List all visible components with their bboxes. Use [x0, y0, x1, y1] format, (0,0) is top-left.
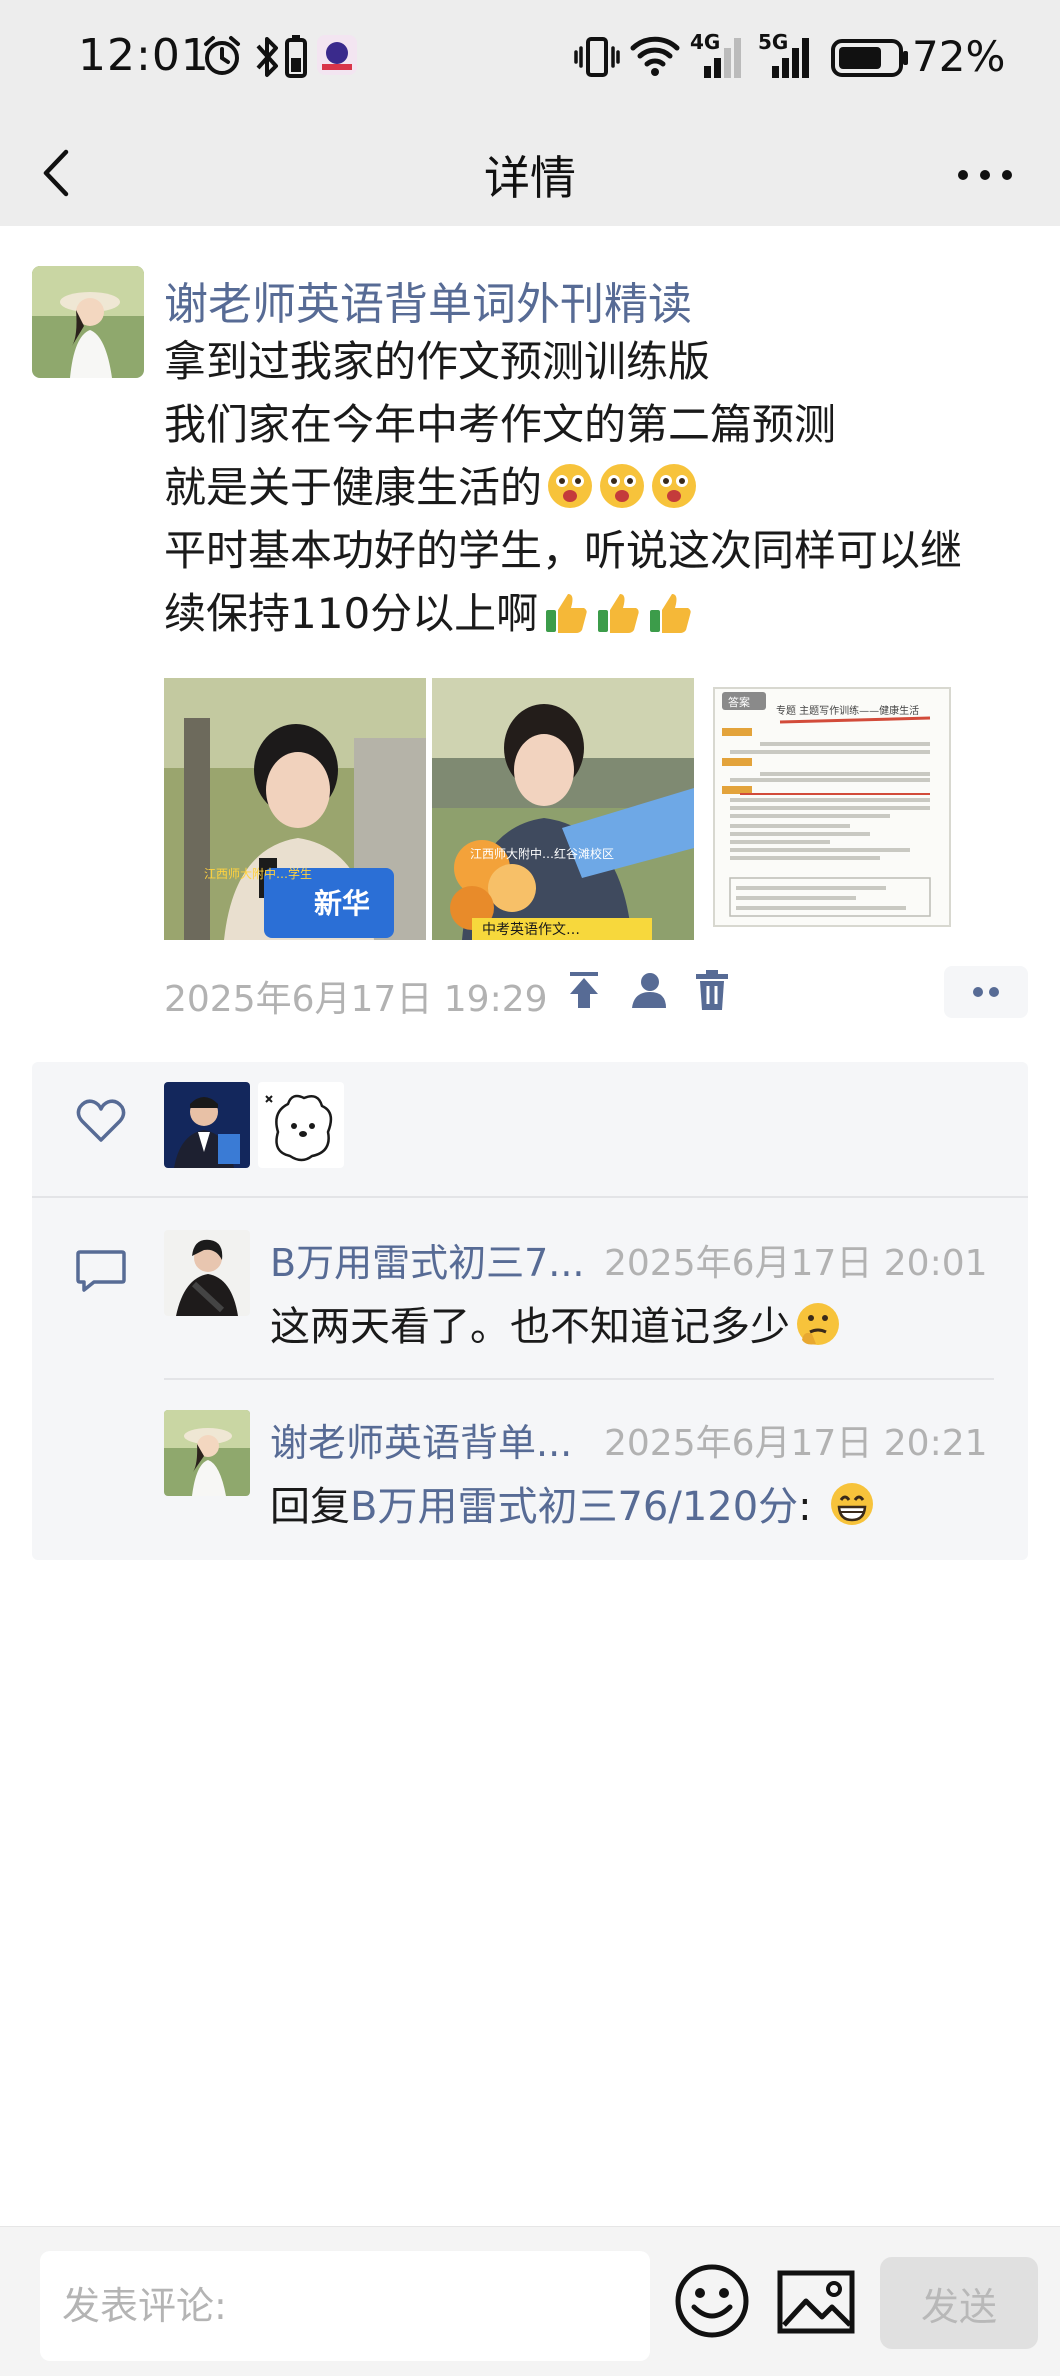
person-icon[interactable]: [628, 968, 668, 1012]
shocked-face-emoji-icon: [600, 464, 645, 508]
alarm-icon: [204, 36, 240, 75]
post-image-2[interactable]: 中考英语作文… 江西师大附中…红谷滩校区: [432, 678, 694, 940]
comment-1-time: 2025年6月17日 20:01: [604, 1243, 988, 1284]
thumbs-up-emoji-icon: [546, 594, 587, 633]
comment-2-text: :: [798, 1484, 812, 1530]
post-images: 新华 江西师大附中…学生 中考英语作文… 江西师大附中…红谷滩校区 答案 专题 …: [164, 678, 964, 940]
post-more-button[interactable]: [944, 966, 1028, 1018]
like-avatar-1[interactable]: [164, 1082, 250, 1168]
post-line-1: 拿到过我家的作文预测训练版: [164, 337, 711, 386]
nav-bar: 详情: [0, 120, 1060, 226]
send-button[interactable]: 发送: [880, 2257, 1038, 2349]
comment-2-reply-prefix: 回复: [270, 1484, 350, 1530]
comment-bar: 发送: [0, 2226, 1060, 2376]
comment-2-text-wrap: 回复B万用雷式初三76/120分:: [270, 1474, 876, 1532]
shocked-face-emoji-icon: [652, 464, 697, 508]
comment-input[interactable]: [40, 2251, 650, 2361]
comment-2-author[interactable]: 谢老师英语背单...: [270, 1412, 572, 1467]
heart-icon: [76, 1099, 126, 1142]
interactions-panel: B万用雷式初三7... 2025年6月17日 20:01 这两天看了。也不知道记…: [32, 1062, 1028, 1560]
comment-2-reply-to[interactable]: B万用雷式初三76/120分: [350, 1484, 798, 1530]
status-bar: 12:01 4G 5G 72%: [0, 0, 1060, 120]
comment-1-author[interactable]: B万用雷式初三7...: [270, 1232, 584, 1287]
thumbs-up-emoji-icon: [650, 594, 691, 633]
post-image-3[interactable]: 答案 专题 主题写作训练——健康生活: [700, 678, 962, 940]
post-line-5-wrap: 续保持110分以上啊: [164, 582, 1044, 645]
battery-saver-icon: [285, 35, 307, 78]
more-dots-icon[interactable]: [950, 150, 1020, 200]
signal-5g-icon: [772, 38, 809, 78]
emoji-icon[interactable]: [672, 2261, 752, 2341]
trash-icon[interactable]: [692, 968, 732, 1012]
post-image-1[interactable]: 新华 江西师大附中…学生: [164, 678, 426, 940]
post-line-3-wrap: 就是关于健康生活的: [164, 456, 1044, 519]
image-2-bottom-text: 中考英语作文…: [482, 921, 580, 938]
signal-4g-icon: [704, 38, 741, 78]
panel-divider: [32, 1196, 1028, 1198]
comment-2-avatar[interactable]: [164, 1410, 250, 1496]
thinking-face-emoji-icon: [797, 1303, 839, 1345]
image-2-caption: 江西师大附中…红谷滩校区: [470, 846, 614, 861]
comment-1-avatar[interactable]: [164, 1230, 250, 1316]
battery-icon: [831, 39, 908, 77]
author-avatar[interactable]: [32, 266, 144, 378]
comment-bubble-icon: [76, 1250, 126, 1292]
image-1-tag: 新华: [314, 887, 370, 920]
wifi-icon: [630, 36, 680, 76]
image-3-tag: 答案: [728, 695, 750, 709]
more-dots-small-icon: [973, 987, 999, 997]
page-title: 详情: [484, 151, 576, 205]
app-notification-icon: [317, 35, 357, 75]
comment-1-text-wrap: 这两天看了。也不知道记多少: [270, 1294, 842, 1352]
post-line-5: 续保持110分以上啊: [164, 589, 539, 638]
post-author-name[interactable]: 谢老师英语背单词外刊精读: [164, 268, 692, 332]
status-time: 12:01: [78, 30, 210, 81]
post-line-3: 就是关于健康生活的: [164, 463, 543, 512]
bluetooth-icon: [256, 37, 278, 77]
vibrate-icon: [574, 37, 620, 77]
comment-divider: [164, 1378, 994, 1380]
post-line-4: 平时基本功好的学生，听说这次同样可以继: [164, 526, 963, 575]
like-avatar-2[interactable]: [258, 1082, 344, 1168]
image-1-caption: 江西师大附中…学生: [204, 866, 312, 881]
battery-percent: 72%: [912, 32, 1006, 81]
thumbs-up-emoji-icon: [598, 594, 639, 633]
grinning-face-emoji-icon: [831, 1483, 874, 1525]
post-timestamp: 2025年6月17日 19:29: [164, 979, 548, 1020]
comment-2-time: 2025年6月17日 20:21: [604, 1423, 988, 1464]
post-content: 拿到过我家的作文预测训练版 我们家在今年中考作文的第二篇预测 就是关于健康生活的…: [164, 330, 1044, 645]
image-icon[interactable]: [776, 2269, 856, 2335]
comment-1-text: 这两天看了。也不知道记多少: [270, 1304, 790, 1350]
pin-top-icon[interactable]: [564, 968, 604, 1012]
post-line-2: 我们家在今年中考作文的第二篇预测: [164, 400, 837, 449]
shocked-face-emoji-icon: [548, 464, 593, 508]
image-3-heading: 专题 主题写作训练——健康生活: [776, 704, 919, 717]
